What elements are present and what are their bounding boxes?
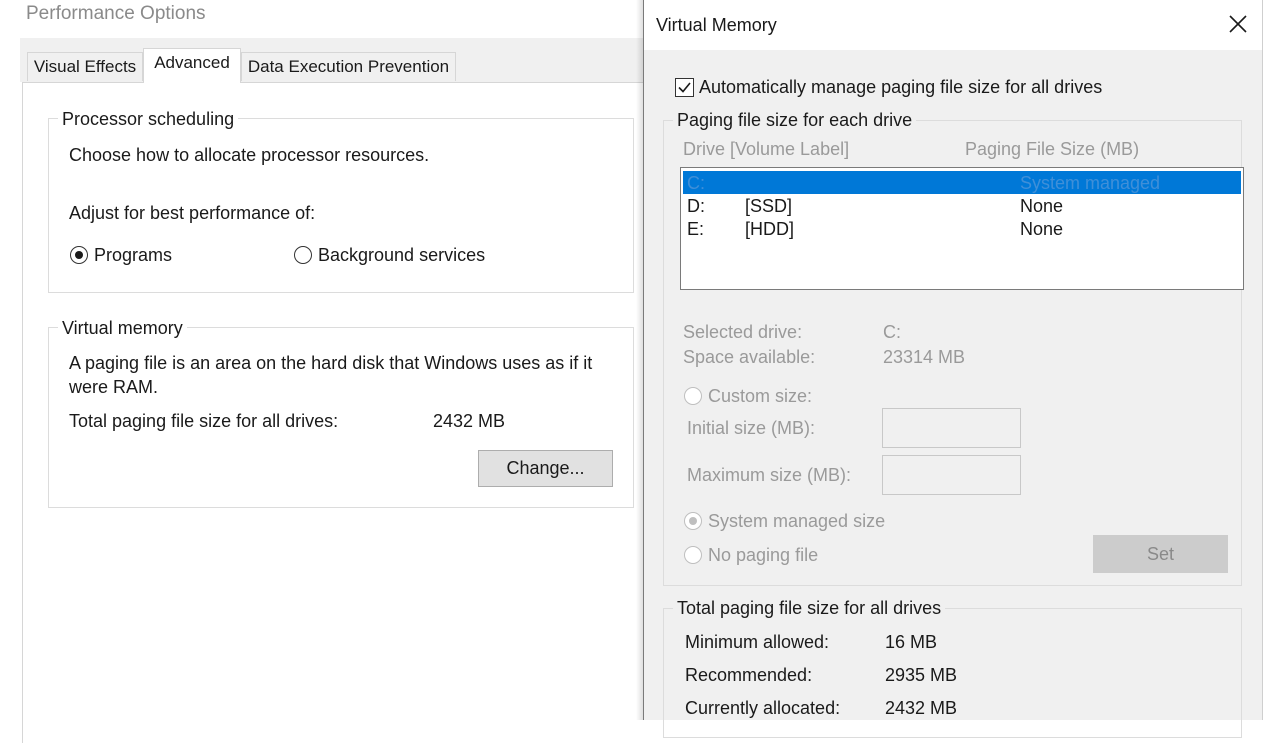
processor-description: Choose how to allocate processor resourc…: [69, 145, 430, 165]
recommended-label: Recommended:: [685, 665, 813, 685]
maximum-size-label: Maximum size (MB):: [687, 465, 852, 485]
programs-radio[interactable]: [70, 246, 88, 264]
currently-allocated-label: Currently allocated:: [685, 698, 841, 718]
background-services-radio[interactable]: [294, 246, 312, 264]
selected-drive-value: C:: [883, 322, 901, 342]
paging-file-description-line1: A paging file is an area on the hard dis…: [69, 353, 593, 373]
tab-data-execution-prevention[interactable]: Data Execution Prevention: [241, 52, 456, 81]
drive-paging-size: None: [1020, 196, 1064, 216]
drive-volume-label: [SSD]: [745, 196, 793, 216]
drive-list[interactable]: C: System managed D: [SSD] None E: [HDD]…: [680, 167, 1244, 290]
drive-volume-label: [HDD]: [745, 219, 794, 239]
drive-row-c[interactable]: C: System managed: [683, 171, 1241, 194]
custom-size-radio[interactable]: [684, 387, 702, 405]
drive-letter: E:: [687, 219, 705, 239]
custom-size-label[interactable]: Custom size:: [708, 385, 812, 407]
no-paging-file-label[interactable]: No paging file: [708, 544, 818, 566]
virtual-memory-dialog: Virtual Memory Automatically manage pagi…: [643, 0, 1263, 738]
drive-paging-legend: Paging file size for each drive: [673, 109, 917, 131]
checkmark-icon: [678, 82, 691, 93]
recommended-value: 2935 MB: [885, 665, 958, 685]
initial-size-input[interactable]: [882, 408, 1021, 448]
column-header-drive: Drive [Volume Label]: [683, 139, 850, 159]
initial-size-label: Initial size (MB):: [687, 418, 816, 438]
change-button[interactable]: Change...: [478, 450, 613, 487]
drive-paging-size: System managed: [1020, 173, 1161, 193]
dialog-titlebar: Virtual Memory: [644, 0, 1262, 50]
column-header-size: Paging File Size (MB): [965, 139, 1140, 159]
drive-paging-size: None: [1020, 219, 1064, 239]
tab-advanced[interactable]: Advanced: [143, 48, 241, 83]
minimum-allowed-value: 16 MB: [885, 632, 938, 652]
tab-visual-effects[interactable]: Visual Effects: [27, 52, 143, 81]
adjust-performance-label: Adjust for best performance of:: [69, 203, 316, 223]
performance-options-title: Performance Options: [26, 3, 206, 24]
close-icon: [1229, 15, 1247, 33]
selected-drive-label: Selected drive:: [683, 322, 803, 342]
no-paging-file-radio[interactable]: [684, 546, 702, 564]
currently-allocated-value: 2432 MB: [885, 698, 958, 718]
space-available-label: Space available:: [683, 347, 816, 367]
dialog-title: Virtual Memory: [656, 15, 777, 35]
drive-letter: D:: [687, 196, 705, 216]
totals-legend: Total paging file size for all drives: [673, 597, 946, 619]
system-managed-radio[interactable]: [684, 512, 702, 530]
auto-manage-label[interactable]: Automatically manage paging file size fo…: [699, 76, 1102, 98]
drive-row-e[interactable]: E: [HDD] None: [683, 217, 1241, 240]
drive-letter: C:: [687, 173, 705, 193]
drive-row-d[interactable]: D: [SSD] None: [683, 194, 1241, 217]
space-available-value: 23314 MB: [883, 347, 966, 367]
programs-label[interactable]: Programs: [94, 244, 172, 266]
processor-scheduling-legend: Processor scheduling: [58, 108, 239, 130]
set-button[interactable]: Set: [1093, 535, 1228, 573]
virtual-memory-legend: Virtual memory: [58, 317, 187, 339]
minimum-allowed-label: Minimum allowed:: [685, 632, 830, 652]
paging-file-description-line2: were RAM.: [69, 377, 159, 397]
background-services-label[interactable]: Background services: [318, 244, 485, 266]
auto-manage-checkbox[interactable]: [675, 78, 694, 97]
total-paging-value: 2432 MB: [433, 411, 506, 431]
close-button[interactable]: [1224, 10, 1252, 38]
total-paging-label: Total paging file size for all drives:: [69, 411, 339, 431]
maximum-size-input[interactable]: [882, 455, 1021, 495]
system-managed-label[interactable]: System managed size: [708, 510, 885, 532]
